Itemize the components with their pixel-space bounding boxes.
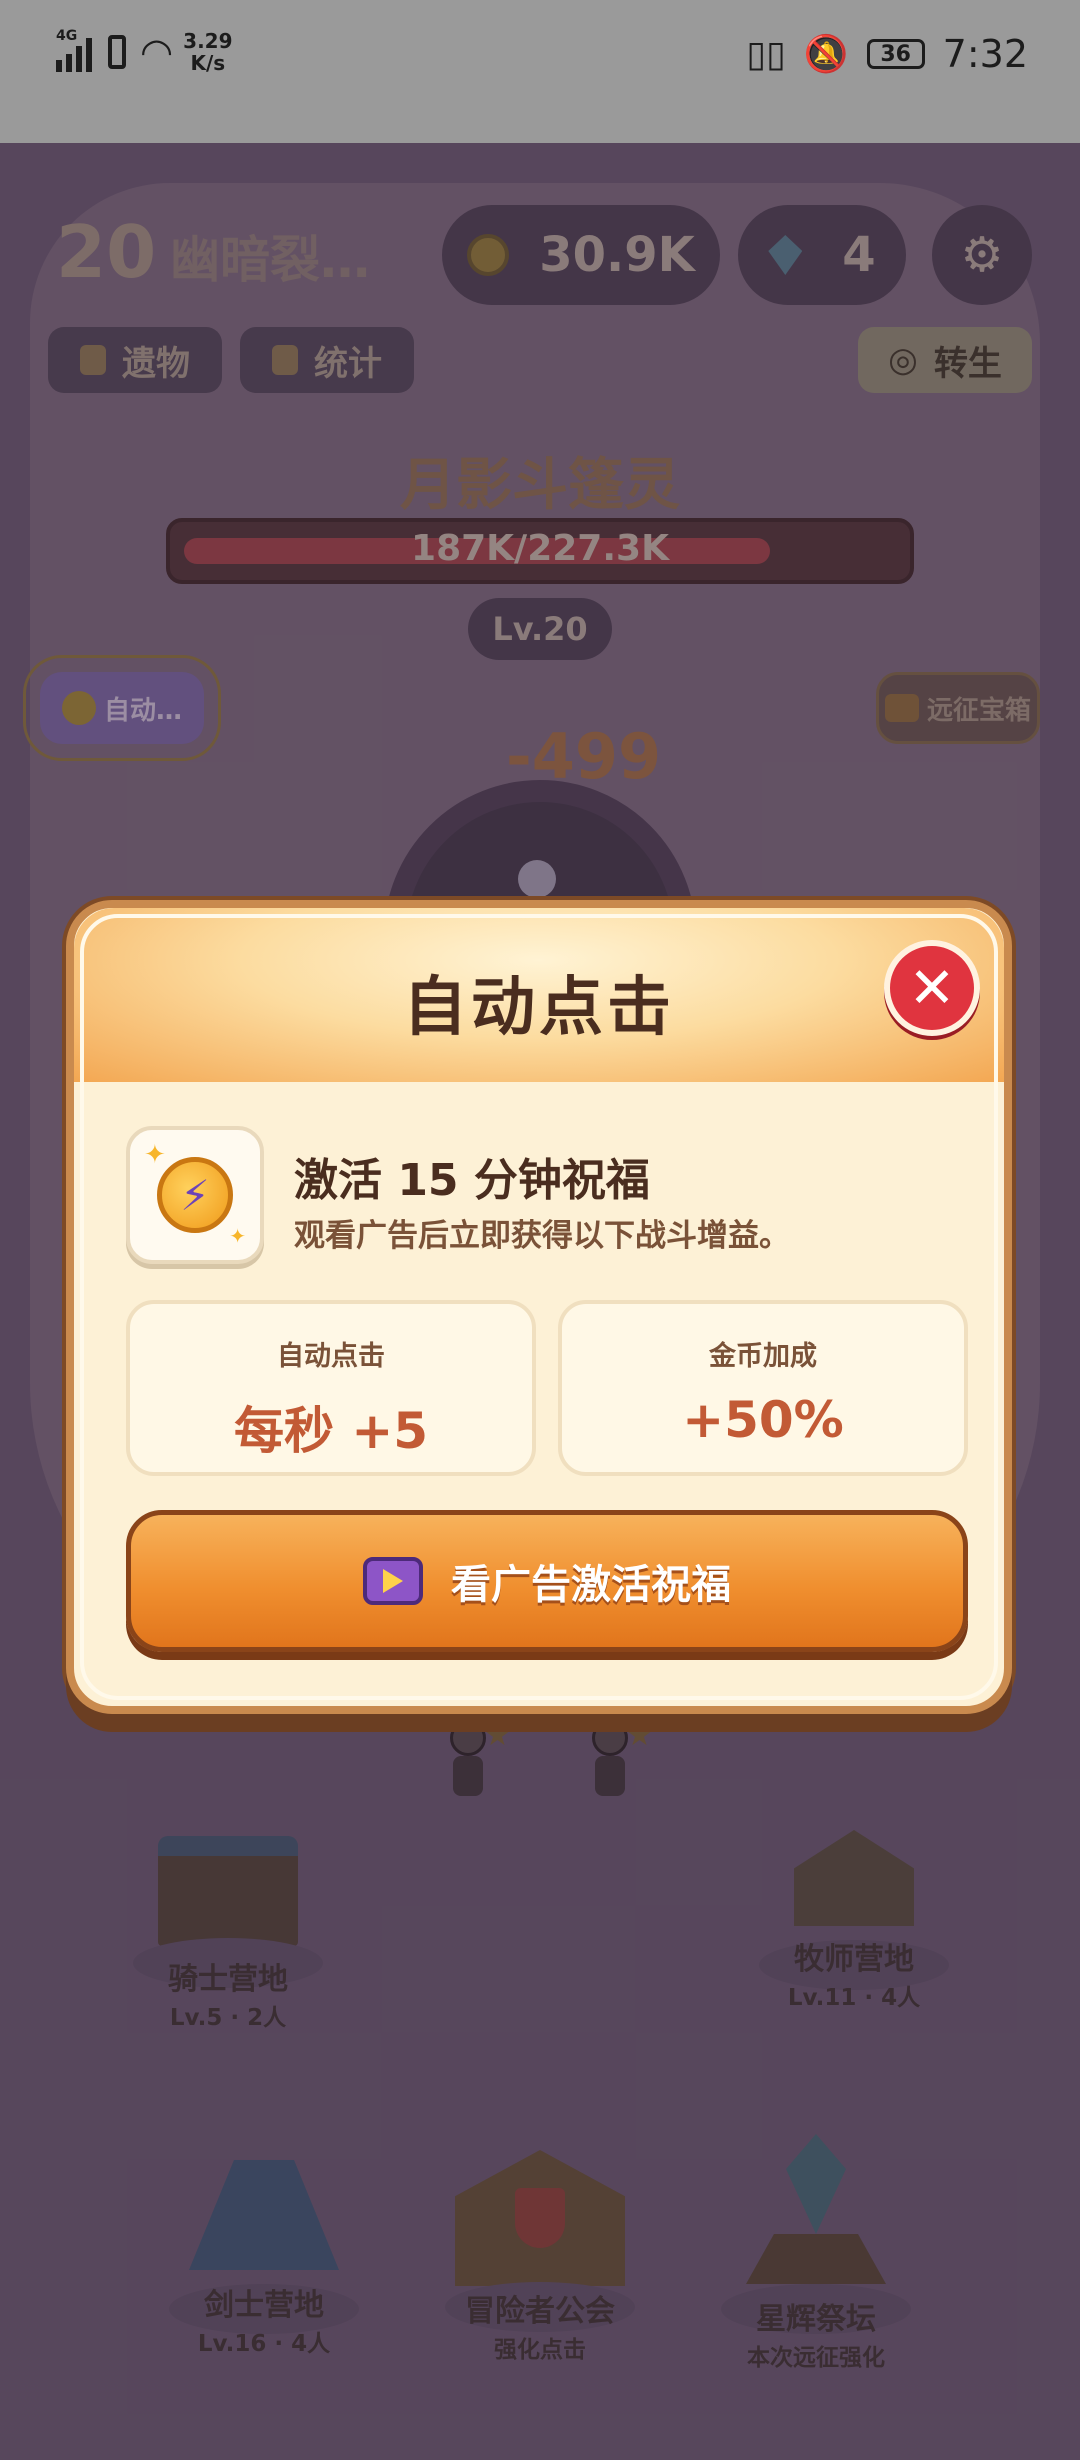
video-icon <box>363 1557 423 1605</box>
network-type: 4G <box>56 28 78 44</box>
close-button[interactable]: ✕ <box>884 940 980 1036</box>
card-label: 金币加成 <box>709 1341 817 1372</box>
sim-icon <box>108 35 126 69</box>
clock: 7:32 <box>942 32 1028 76</box>
card-value: +50% <box>682 1391 844 1449</box>
auto-click-dialog: 自动点击 ✕ ✦ ⚡ ✦ 激活 15 分钟祝福 观看广告后立即获得以下战斗增益。… <box>66 900 1012 1714</box>
watch-ad-button[interactable]: 看广告激活祝福 <box>126 1510 968 1652</box>
network-speed: 3.29 K/s <box>183 29 233 75</box>
coin-bonus-card: 金币加成 +50% <box>558 1300 968 1476</box>
mute-icon: 🔕 <box>803 34 849 75</box>
close-icon: ✕ <box>908 955 956 1021</box>
auto-click-card: 自动点击 每秒 +5 <box>126 1300 536 1476</box>
card-value: 每秒 +5 <box>233 1402 429 1460</box>
activate-description: 观看广告后立即获得以下战斗增益。 <box>294 1218 790 1254</box>
sparkle-icon: ✦ <box>144 1140 166 1170</box>
watch-ad-label: 看广告激活祝福 <box>451 1562 731 1608</box>
cell-signal-icon: 4G <box>56 28 92 72</box>
vibrate-icon: ▯▯ <box>746 33 786 75</box>
status-bar: 4G ◠ 3.29 K/s ▯▯ 🔕 36 7:32 <box>0 0 1080 143</box>
sparkle-icon: ✦ <box>229 1224 246 1248</box>
dialog-title: 自动点击 <box>403 971 675 1045</box>
blessing-icon: ✦ ⚡ ✦ <box>126 1126 264 1264</box>
card-label: 自动点击 <box>277 1341 385 1372</box>
lightning-medal-icon: ⚡ <box>157 1157 233 1233</box>
battery-icon: 36 <box>866 39 925 69</box>
wifi-icon: ◠ <box>140 30 174 74</box>
activate-title: 激活 15 分钟祝福 <box>294 1155 650 1206</box>
